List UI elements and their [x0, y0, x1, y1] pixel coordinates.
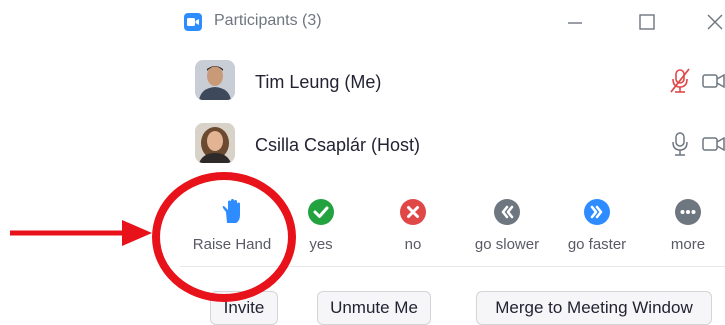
reaction-label: yes [309, 236, 333, 253]
video-camera-icon[interactable] [702, 130, 725, 163]
close-icon [707, 14, 723, 30]
close-button[interactable] [700, 8, 725, 36]
bottom-bar: Invite Unmute Me Merge to Meeting Window [180, 288, 725, 325]
participant-row[interactable]: Tim Leung (Me) [180, 54, 725, 110]
minimize-button[interactable] [560, 8, 590, 36]
go-faster-button[interactable]: go faster [557, 188, 637, 266]
annotation-arrow-icon [10, 220, 152, 246]
video-camera-icon[interactable] [702, 67, 725, 100]
yes-check-icon [308, 199, 334, 225]
go-slower-icon [494, 199, 520, 225]
minimize-icon [568, 22, 582, 24]
more-icon [675, 199, 701, 225]
window-title: Participants (3) [214, 12, 322, 29]
no-x-icon [400, 199, 426, 225]
more-button[interactable]: more [658, 188, 718, 266]
participant-row[interactable]: Csilla Csaplár (Host) [180, 117, 725, 173]
no-button[interactable]: no [382, 188, 444, 266]
avatar [195, 123, 235, 163]
reaction-label: go slower [474, 236, 540, 253]
maximize-icon [639, 14, 655, 30]
avatar [195, 60, 235, 100]
maximize-button[interactable] [632, 8, 662, 36]
reaction-label: no [404, 236, 422, 253]
go-slower-button[interactable]: go slower [465, 188, 549, 266]
go-faster-icon [584, 199, 610, 225]
mic-muted-icon[interactable] [668, 67, 692, 100]
reaction-label: more [670, 236, 706, 253]
microphone-icon[interactable] [668, 130, 692, 163]
annotation-circle [152, 172, 296, 302]
participant-name: Tim Leung (Me) [255, 72, 382, 92]
title-bar: Participants (3) [180, 0, 725, 46]
yes-button[interactable]: yes [290, 188, 352, 266]
reaction-label: go faster [567, 236, 627, 253]
participant-name: Csilla Csaplár (Host) [255, 135, 421, 155]
zoom-app-icon [184, 13, 202, 31]
participants-panel: Participants (3) Tim Leung (Me) Csilla C… [0, 0, 725, 325]
